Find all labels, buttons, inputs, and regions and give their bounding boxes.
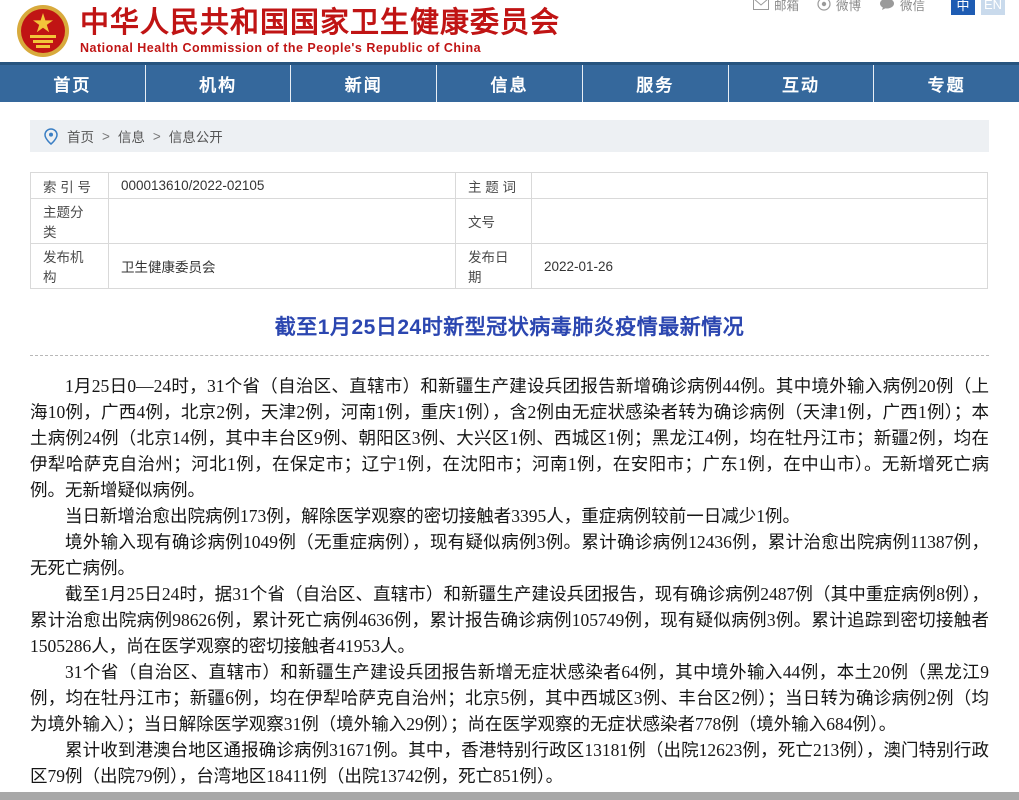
article-paragraph: 当日新增治愈出院病例173例，解除医学观察的密切接触者3395人，重症病例较前一… (30, 503, 989, 529)
meta-label-index-no: 索 引 号 (31, 173, 109, 199)
site-header: 中华人民共和国国家卫生健康委员会 National Health Commiss… (0, 0, 1019, 62)
breadcrumb-wrapper: 首页 > 信息 > 信息公开 (0, 102, 1019, 152)
meta-label-subject: 主 题 词 (456, 173, 532, 199)
nav-item-orgs[interactable]: 机构 (146, 65, 292, 102)
meta-label-category: 主题分类 (31, 199, 109, 244)
main-nav: 首页 机构 新闻 信息 服务 互动 专题 (0, 62, 1019, 102)
meta-label-issuer: 发布机构 (31, 244, 109, 289)
title-divider (30, 355, 989, 356)
breadcrumb-separator: > (153, 129, 161, 144)
wechat-icon (879, 0, 895, 11)
location-pin-icon (44, 128, 58, 145)
meta-value-pub-date: 2022-01-26 (532, 244, 988, 289)
site-brand[interactable]: 中华人民共和国国家卫生健康委员会 National Health Commiss… (16, 4, 560, 58)
article-paragraph: 31个省（自治区、直辖市）和新疆生产建设兵团报告新增无症状感染者64例，其中境外… (30, 659, 989, 737)
article-paragraph: 1月25日0—24时，31个省（自治区、直辖市）和新疆生产建设兵团报告新增确诊病… (30, 373, 989, 503)
lang-chinese-button[interactable]: 中 (951, 0, 975, 15)
mail-icon (753, 0, 769, 10)
site-title: 中华人民共和国国家卫生健康委员会 (80, 7, 560, 39)
mail-link[interactable]: 邮箱 (753, 0, 799, 14)
nav-item-news[interactable]: 新闻 (291, 65, 437, 102)
nav-item-services[interactable]: 服务 (583, 65, 729, 102)
meta-label-doc-no: 文号 (456, 199, 532, 244)
meta-value-issuer: 卫生健康委员会 (109, 244, 456, 289)
article-title: 截至1月25日24时新型冠状病毒肺炎疫情最新情况 (0, 311, 1019, 341)
header-quick-links: 邮箱 微博 微信 中 EN (753, 0, 1005, 15)
table-row: 主题分类 文号 (31, 199, 988, 244)
meta-value-doc-no (532, 199, 988, 244)
language-switcher: 中 EN (951, 0, 1005, 15)
national-emblem-logo (16, 4, 70, 58)
article-body: 1月25日0—24时，31个省（自治区、直辖市）和新疆生产建设兵团报告新增确诊病… (30, 373, 989, 789)
article-paragraph: 累计收到港澳台地区通报确诊病例31671例。其中，香港特别行政区13181例（出… (30, 737, 989, 789)
weibo-icon (817, 0, 831, 11)
meta-value-subject (532, 173, 988, 199)
weibo-link[interactable]: 微博 (817, 0, 861, 14)
breadcrumb-home[interactable]: 首页 (67, 126, 94, 146)
wechat-label: 微信 (900, 0, 925, 14)
nav-item-topics[interactable]: 专题 (874, 65, 1019, 102)
weibo-label: 微博 (836, 0, 861, 14)
nav-item-home[interactable]: 首页 (0, 65, 146, 102)
table-row: 发布机构 卫生健康委员会 发布日期 2022-01-26 (31, 244, 988, 289)
nav-item-interact[interactable]: 互动 (729, 65, 875, 102)
breadcrumb-separator: > (102, 129, 110, 144)
document-meta-table: 索 引 号 000013610/2022-02105 主 题 词 主题分类 文号… (30, 172, 988, 289)
breadcrumb-info[interactable]: 信息 (118, 126, 145, 146)
meta-label-pub-date: 发布日期 (456, 244, 532, 289)
breadcrumb-info-disclosure[interactable]: 信息公开 (169, 126, 223, 146)
site-subtitle: National Health Commission of the People… (80, 41, 560, 55)
table-row: 索 引 号 000013610/2022-02105 主 题 词 (31, 173, 988, 199)
lang-english-button[interactable]: EN (981, 0, 1005, 15)
wechat-link[interactable]: 微信 (879, 0, 925, 14)
page: 中华人民共和国国家卫生健康委员会 National Health Commiss… (0, 0, 1019, 800)
brand-text: 中华人民共和国国家卫生健康委员会 National Health Commiss… (80, 7, 560, 55)
meta-value-category (109, 199, 456, 244)
nav-item-info[interactable]: 信息 (437, 65, 583, 102)
meta-value-index-no: 000013610/2022-02105 (109, 173, 456, 199)
mail-label: 邮箱 (774, 0, 799, 14)
article-paragraph: 境外输入现有确诊病例1049例（无重症病例），现有疑似病例3例。累计确诊病例12… (30, 529, 989, 581)
footer-bar (0, 792, 1019, 800)
article-paragraph: 截至1月25日24时，据31个省（自治区、直辖市）和新疆生产建设兵团报告，现有确… (30, 581, 989, 659)
breadcrumb: 首页 > 信息 > 信息公开 (30, 120, 989, 152)
